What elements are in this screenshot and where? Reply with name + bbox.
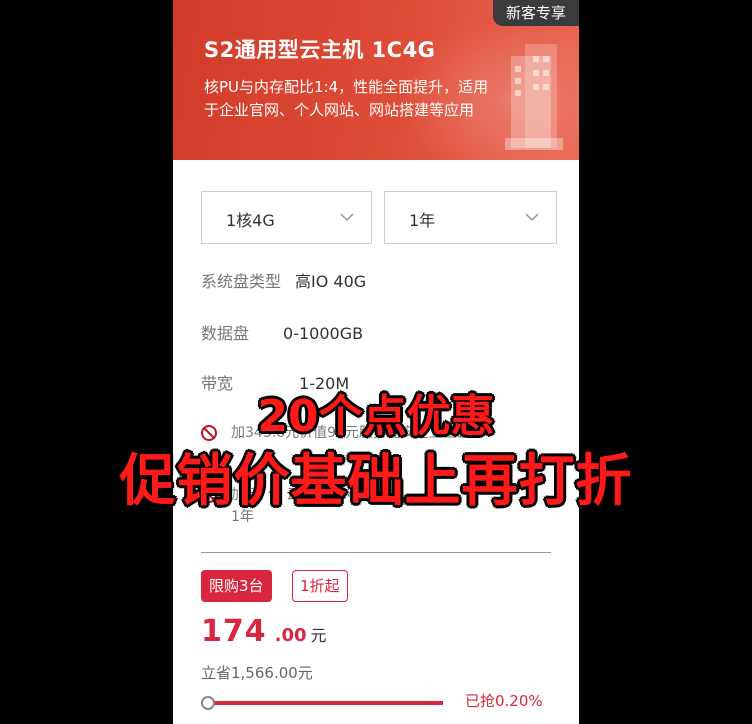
product-banner: 新客专享 S2通用型云主机 1C4G 核PU与内存配比1:4，性能全面提升，适用… xyxy=(173,0,579,160)
spec-value: 0-1000GB xyxy=(283,324,364,343)
divider xyxy=(201,552,551,553)
new-customer-badge: 新客专享 xyxy=(493,0,579,26)
progress-knob xyxy=(201,696,215,710)
spec-disk-type: 系统盘类型 高IO 40G xyxy=(201,268,366,292)
overlay-caption-line2: 促销价基础上再打折 xyxy=(119,449,633,514)
purchase-limit-tag: 限购3台 xyxy=(201,570,272,602)
spec-data-disk: 数据盘 0-1000GB xyxy=(201,320,363,344)
savings-text: 立省1,566.00元 xyxy=(201,664,313,682)
overlay-caption-line1: 20个点优惠 xyxy=(257,391,495,442)
price-integer: 174 xyxy=(201,614,267,649)
price-unit: 元 xyxy=(310,626,327,645)
spec-label: 数据盘 xyxy=(201,324,250,343)
progress-track xyxy=(207,701,443,705)
product-description-line: 核PU与内存配比1:4，性能全面提升，适用 xyxy=(204,78,489,96)
sold-progress-bar xyxy=(201,696,443,710)
spec-label: 系统盘类型 xyxy=(201,272,282,291)
discount-tag: 1折起 xyxy=(292,570,348,602)
spec-select-value: 1核4G xyxy=(226,211,275,230)
duration-select-value: 1年 xyxy=(409,211,436,230)
price: 174 .00 元 xyxy=(201,614,327,649)
sold-percent: 已抢0.20% xyxy=(465,692,543,710)
spec-value: 高IO 40G xyxy=(295,272,367,291)
chevron-down-icon xyxy=(340,213,354,222)
chevron-down-icon xyxy=(525,213,539,222)
product-description-line: 于企业官网、个人网站、网站搭建等应用 xyxy=(204,101,475,119)
config-selects: 1核4G 1年 xyxy=(201,191,557,244)
product-description: 核PU与内存配比1:4，性能全面提升，适用 于企业官网、个人网站、网站搭建等应用 xyxy=(204,76,524,122)
product-card: 新客专享 S2通用型云主机 1C4G 核PU与内存配比1:4，性能全面提升，适用… xyxy=(173,0,579,724)
duration-select[interactable]: 1年 xyxy=(384,191,557,244)
spec-select[interactable]: 1核4G xyxy=(201,191,372,244)
product-title: S2通用型云主机 1C4G xyxy=(204,38,436,62)
price-decimal: .00 xyxy=(274,625,307,646)
